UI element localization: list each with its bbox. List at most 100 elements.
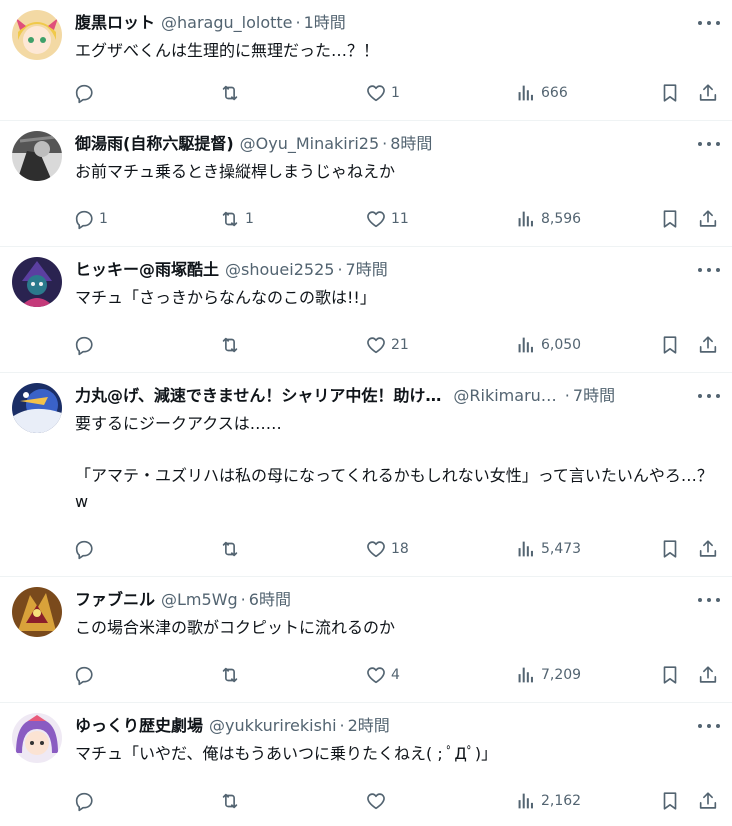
reply-button[interactable] <box>73 538 99 560</box>
timestamp[interactable]: 1時間 <box>304 11 346 35</box>
user-handle[interactable]: @Lm5Wg <box>161 588 238 612</box>
share-button[interactable] <box>697 664 719 686</box>
retweet-button[interactable]: 1 <box>219 208 254 230</box>
like-button[interactable]: 4 <box>365 664 400 686</box>
tweet-header: ゆっくり歴史劇場 @yukkurirekishi · 2時間 <box>75 714 684 738</box>
like-count: 18 <box>391 541 409 557</box>
retweet-icon <box>222 337 238 353</box>
reply-button[interactable] <box>73 664 99 686</box>
more-options-icon[interactable] <box>698 591 720 609</box>
display-name[interactable]: 腹黒ロット <box>75 11 155 35</box>
action-bar: 21 6,050 <box>73 331 724 359</box>
retweet-button[interactable] <box>219 334 245 356</box>
heart-icon <box>367 337 385 354</box>
timestamp[interactable]: 8時間 <box>390 132 432 156</box>
views-button[interactable]: 6,050 <box>515 334 581 356</box>
more-options-icon[interactable] <box>698 387 720 405</box>
bookmark-button[interactable] <box>659 790 681 812</box>
like-button[interactable]: 11 <box>365 208 409 230</box>
views-button[interactable]: 8,596 <box>515 208 581 230</box>
tweet[interactable]: ゆっくり歴史劇場 @yukkurirekishi · 2時間 マチュ「いやだ、俺… <box>0 703 732 826</box>
tweet-header: 力丸@げ、減速できません！シャリア中佐！助け… @Rikimaru… · 7時間 <box>75 384 684 408</box>
tweet[interactable]: ヒッキー@雨塚酷土 @shouei2525 · 7時間 マチュ「さっきからなんな… <box>0 247 732 373</box>
reply-button[interactable] <box>73 334 99 356</box>
tweet[interactable]: 御湯雨(自称六駆提督) @Oyu_Minakiri25 · 8時間 お前マチュ乗… <box>0 121 732 247</box>
like-button[interactable]: 1 <box>365 82 400 104</box>
timestamp[interactable]: 7時間 <box>573 384 615 408</box>
retweet-button[interactable] <box>219 664 245 686</box>
display-name[interactable]: ヒッキー@雨塚酷土 <box>75 258 219 282</box>
more-options-icon[interactable] <box>698 14 720 32</box>
view-count: 7,209 <box>541 667 582 683</box>
share-button[interactable] <box>697 334 719 356</box>
bookmark-button[interactable] <box>659 208 681 230</box>
bookmark-button[interactable] <box>659 334 681 356</box>
user-handle[interactable]: @Rikimaru… <box>453 384 556 408</box>
views-icon <box>518 337 533 353</box>
views-button[interactable]: 666 <box>515 82 568 104</box>
reply-button[interactable] <box>73 82 99 104</box>
reply-count: 1 <box>99 211 108 227</box>
avatar[interactable] <box>12 131 62 181</box>
views-button[interactable]: 7,209 <box>515 664 581 686</box>
share-button[interactable] <box>697 208 719 230</box>
display-name[interactable]: 御湯雨(自称六駆提督) <box>75 132 234 156</box>
user-handle[interactable]: @shouei2525 <box>225 258 334 282</box>
bookmark-icon <box>663 666 677 684</box>
display-name[interactable]: ファブニル <box>75 588 155 612</box>
avatar[interactable] <box>12 10 62 60</box>
view-count: 5,473 <box>541 541 582 557</box>
share-icon <box>699 210 717 227</box>
avatar[interactable] <box>12 257 62 307</box>
retweet-button[interactable] <box>219 82 245 104</box>
tweet[interactable]: 力丸@げ、減速できません！シャリア中佐！助け… @Rikimaru… · 7時間… <box>0 373 732 577</box>
bookmark-button[interactable] <box>659 82 681 104</box>
tweet-header: 御湯雨(自称六駆提督) @Oyu_Minakiri25 · 8時間 <box>75 132 684 156</box>
bookmark-button[interactable] <box>659 664 681 686</box>
tweet-text: お前マチュ乗るとき操縦桿しまうじゃねえか <box>75 162 396 181</box>
display-name[interactable]: 力丸@げ、減速できません！シャリア中佐！助け… <box>75 384 441 408</box>
views-button[interactable]: 5,473 <box>515 538 581 560</box>
avatar[interactable] <box>12 713 62 763</box>
user-handle[interactable]: @haragu_lolotte <box>161 11 292 35</box>
share-button[interactable] <box>697 790 719 812</box>
tweet-header: ファブニル @Lm5Wg · 6時間 <box>75 588 684 612</box>
tweet[interactable]: 腹黒ロット @haragu_lolotte · 1時間 エグザべくんは生理的に無… <box>0 0 732 121</box>
timestamp[interactable]: 2時間 <box>348 714 390 738</box>
separator-dot: · <box>382 134 388 153</box>
heart-icon <box>367 793 385 810</box>
more-options-icon[interactable] <box>698 717 720 735</box>
retweet-button[interactable] <box>219 538 245 560</box>
like-button[interactable] <box>365 790 391 812</box>
timestamp[interactable]: 7時間 <box>346 258 388 282</box>
more-options-icon[interactable] <box>698 135 720 153</box>
avatar[interactable] <box>12 587 62 637</box>
more-options-icon[interactable] <box>698 261 720 279</box>
like-button[interactable]: 21 <box>365 334 409 356</box>
like-count: 21 <box>391 337 409 353</box>
reply-button[interactable] <box>73 790 99 812</box>
tweet-text: マチュ「いやだ、俺はもうあいつに乗りたくねえ( ; ﾟДﾟ)」 <box>75 744 498 763</box>
like-button[interactable]: 18 <box>365 538 409 560</box>
display-name[interactable]: ゆっくり歴史劇場 <box>75 714 203 738</box>
tweet-text: エグザべくんは生理的に無理だった…？！ <box>75 41 380 60</box>
share-button[interactable] <box>697 538 719 560</box>
reply-feed: 腹黒ロット @haragu_lolotte · 1時間 エグザべくんは生理的に無… <box>0 0 732 826</box>
like-count: 1 <box>391 85 400 101</box>
tweet-text: 要するにジークアクスは…… 「アマテ・ユズリハは私の母になってくれるかもしれない… <box>75 414 713 511</box>
user-handle[interactable]: @Oyu_Minakiri25 <box>240 132 380 156</box>
views-button[interactable]: 2,162 <box>515 790 581 812</box>
retweet-button[interactable] <box>219 790 245 812</box>
avatar[interactable] <box>12 383 62 433</box>
tweet-text: この場合米津の歌がコクピットに流れるのか <box>75 618 396 637</box>
bookmark-button[interactable] <box>659 538 681 560</box>
retweet-icon <box>222 85 238 101</box>
retweet-count: 1 <box>245 211 254 227</box>
timestamp[interactable]: 6時間 <box>249 588 291 612</box>
user-handle[interactable]: @yukkurirekishi <box>209 714 337 738</box>
heart-icon <box>367 211 385 228</box>
separator-dot: · <box>337 260 343 279</box>
reply-button[interactable]: 1 <box>73 208 108 230</box>
share-button[interactable] <box>697 82 719 104</box>
tweet[interactable]: ファブニル @Lm5Wg · 6時間 この場合米津の歌がコクピットに流れるのか … <box>0 577 732 703</box>
